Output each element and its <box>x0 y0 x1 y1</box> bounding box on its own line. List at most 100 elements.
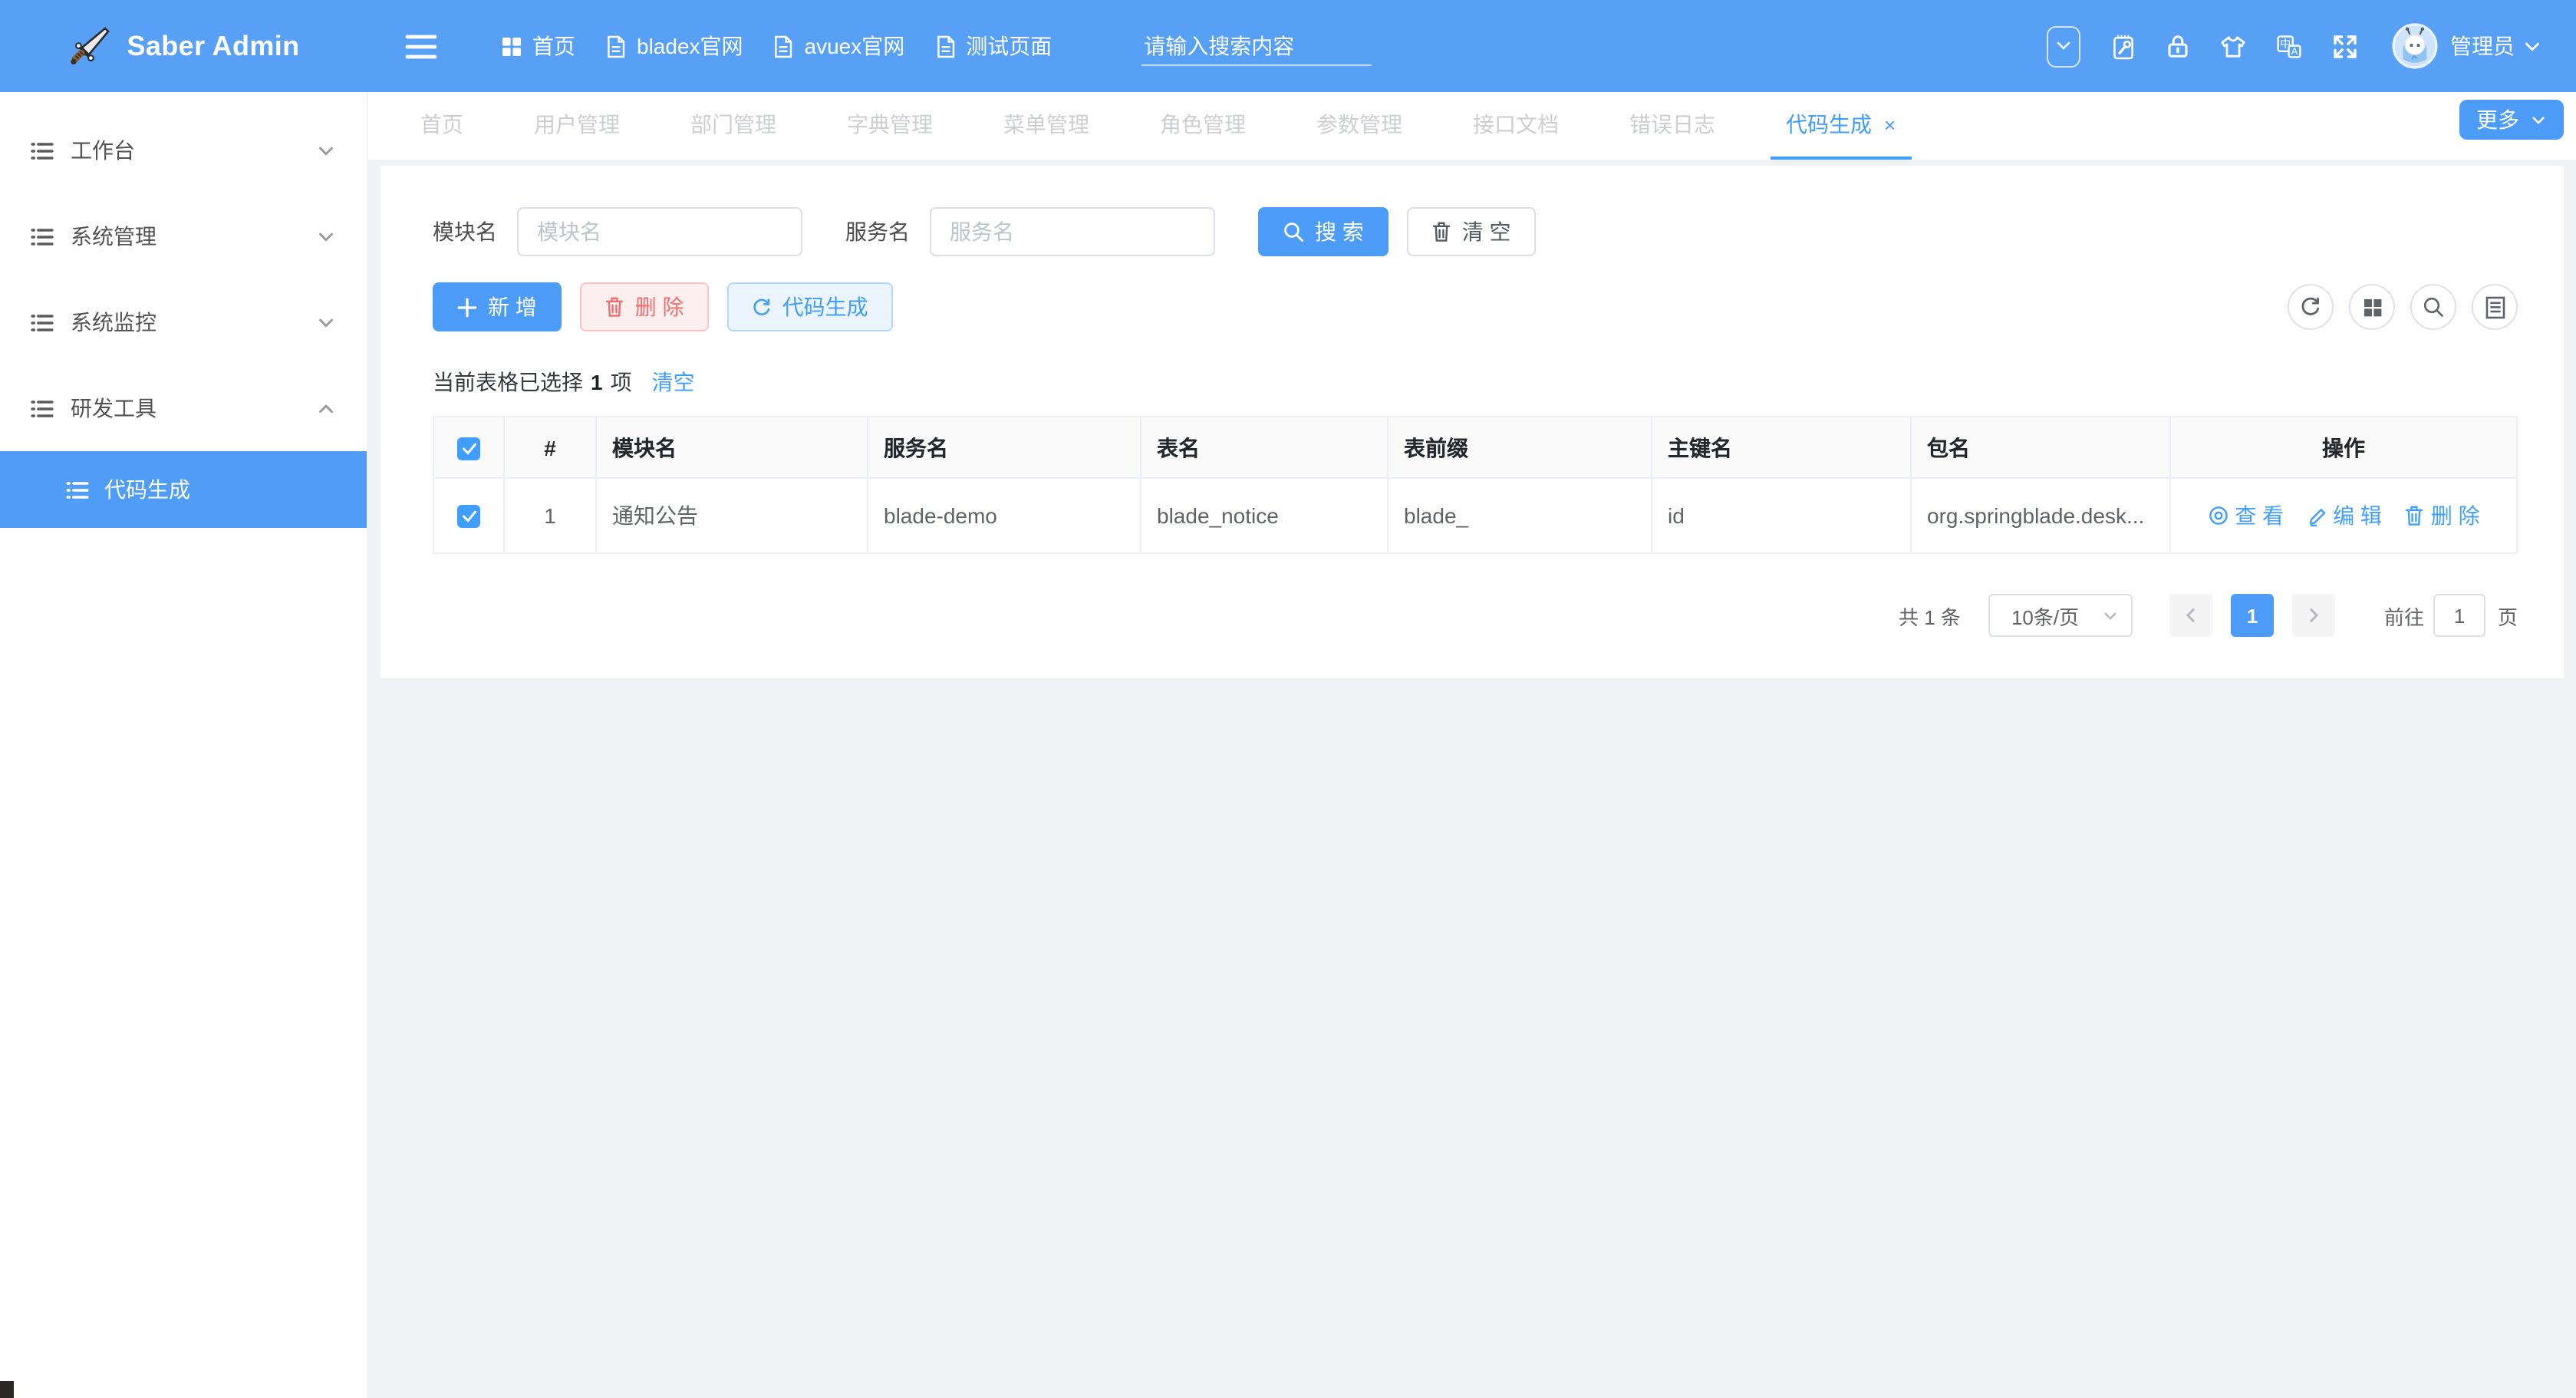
search-button[interactable]: 搜 索 <box>1258 207 1388 256</box>
delete-button[interactable]: 删 除 <box>580 282 709 331</box>
col-index: # <box>504 417 596 478</box>
chevron-down-icon <box>316 312 336 332</box>
next-page-button[interactable] <box>2292 594 2335 637</box>
saber-admin-app: Saber Admin 首页 <box>0 0 2576 1398</box>
col-package: 包名 <box>1911 417 2170 478</box>
language-icon[interactable]: 中 A <box>2277 35 2301 58</box>
tab-api-docs[interactable]: 接口文档 <box>1458 92 1574 160</box>
module-name-input[interactable] <box>517 207 802 256</box>
page-size-select[interactable]: 10条/页 <box>1988 594 2133 637</box>
add-button[interactable]: 新 增 <box>433 282 562 331</box>
top-nav-test-page[interactable]: 测试页面 <box>935 31 1052 61</box>
hamburger-menu-icon[interactable] <box>405 33 437 59</box>
col-module: 模块名 <box>596 417 868 478</box>
service-name-label: 服务名 <box>845 216 910 247</box>
fullscreen-icon[interactable] <box>2332 33 2358 59</box>
edit-icon <box>2307 506 2327 526</box>
collapse-chevron-icon[interactable] <box>2047 25 2080 67</box>
plus-icon <box>457 297 477 317</box>
sidebar-item-dev-tools[interactable]: 研发工具 <box>0 365 367 451</box>
sidebar-item-system-management[interactable]: 系统管理 <box>0 193 367 279</box>
col-service: 服务名 <box>868 417 1141 478</box>
app-title: Saber Admin <box>127 30 299 62</box>
cell-table-prefix: blade_ <box>1388 478 1652 553</box>
page-number-1[interactable]: 1 <box>2231 594 2274 637</box>
tab-dept-management[interactable]: 部门管理 <box>675 92 792 160</box>
add-button-label: 新 增 <box>488 292 537 322</box>
view-icon <box>2207 505 2228 526</box>
global-search-input[interactable] <box>1141 27 1371 65</box>
sidebar-item-workbench[interactable]: 工作台 <box>0 107 367 193</box>
delete-link[interactable]: 删 除 <box>2405 500 2480 531</box>
list-icon <box>31 397 54 420</box>
debug-clipboard-icon[interactable] <box>2111 33 2136 59</box>
tab-code-generation[interactable]: 代码生成 × <box>1771 92 1911 160</box>
sidebar-item-system-monitor[interactable]: 系统监控 <box>0 279 367 365</box>
service-name-input[interactable] <box>930 207 1215 256</box>
chevron-down-icon <box>316 226 336 246</box>
selection-count: 1 <box>591 370 603 394</box>
logo[interactable]: Saber Admin <box>0 25 368 68</box>
edit-label: 编 辑 <box>2333 500 2382 531</box>
bottom-left-corner-artifact <box>0 1381 14 1398</box>
tab-role-management[interactable]: 角色管理 <box>1145 92 1261 160</box>
topbar: Saber Admin 首页 <box>0 0 2576 92</box>
generate-code-button[interactable]: 代码生成 <box>727 282 893 331</box>
tab-error-log[interactable]: 错误日志 <box>1614 92 1731 160</box>
delete-label: 删 除 <box>2431 500 2480 531</box>
search-button-label: 搜 索 <box>1315 216 1364 247</box>
view-link[interactable]: 查 看 <box>2207 500 2284 531</box>
tab-menu-management[interactable]: 菜单管理 <box>988 92 1105 160</box>
document-icon <box>606 35 626 58</box>
col-actions: 操作 <box>2170 417 2517 478</box>
trash-icon <box>1431 221 1451 242</box>
refresh-icon[interactable] <box>2288 284 2334 330</box>
column-settings-icon[interactable] <box>2472 284 2518 330</box>
select-all-checkbox[interactable] <box>457 437 480 460</box>
cell-module: 通知公告 <box>596 478 868 553</box>
col-primary-key: 主键名 <box>1652 417 1911 478</box>
clear-button[interactable]: 清 空 <box>1407 207 1536 256</box>
sidebar-item-label: 代码生成 <box>104 474 190 505</box>
close-icon[interactable]: × <box>1884 113 1896 136</box>
table-row: 1 通知公告 blade-demo blade_notice blade_ id… <box>433 478 2517 553</box>
top-nav-bladex[interactable]: bladex官网 <box>606 31 743 61</box>
delete-button-label: 删 除 <box>635 292 684 322</box>
search-toggle-icon[interactable] <box>2410 284 2456 330</box>
sync-icon <box>752 297 772 317</box>
more-tabs-button[interactable]: 更多 <box>2459 100 2564 140</box>
top-nav-label: bladex官网 <box>637 31 743 61</box>
user-name[interactable]: 管理员 <box>2450 31 2515 61</box>
clear-selection-link[interactable]: 清空 <box>652 367 695 397</box>
filter-row: 模块名 服务名 搜 索 <box>433 207 2518 256</box>
tab-dict-management[interactable]: 字典管理 <box>832 92 948 160</box>
sidebar-item-label: 系统监控 <box>71 307 316 338</box>
sidebar-item-code-generation[interactable]: 代码生成 <box>0 451 367 528</box>
list-icon <box>66 478 89 501</box>
goto-page-input[interactable] <box>2433 594 2485 637</box>
tab-home[interactable]: 首页 <box>405 92 479 160</box>
prev-page-button[interactable] <box>2169 594 2212 637</box>
pagination: 共 1 条 10条/页 1 <box>433 594 2518 637</box>
grid-view-icon[interactable] <box>2349 284 2395 330</box>
document-icon <box>935 35 955 58</box>
row-checkbox[interactable] <box>457 506 480 529</box>
col-table-name: 表名 <box>1141 417 1388 478</box>
edit-link[interactable]: 编 辑 <box>2307 500 2382 531</box>
top-nav-label: avuex官网 <box>805 31 905 61</box>
tab-user-management[interactable]: 用户管理 <box>519 92 635 160</box>
tab-param-management[interactable]: 参数管理 <box>1301 92 1418 160</box>
generate-code-label: 代码生成 <box>782 292 868 322</box>
theme-shirt-icon[interactable] <box>2220 35 2246 58</box>
top-nav-avuex[interactable]: avuex官网 <box>774 31 905 61</box>
top-nav-home[interactable]: 首页 <box>502 31 575 61</box>
chevron-up-icon <box>316 398 336 418</box>
view-label: 查 看 <box>2235 500 2284 531</box>
action-row: 新 增 删 除 <box>433 282 2518 331</box>
lock-icon[interactable] <box>2166 34 2189 58</box>
page-size-value: 10条/页 <box>2011 601 2079 630</box>
chevron-down-icon[interactable] <box>2522 36 2542 56</box>
more-label: 更多 <box>2476 104 2519 135</box>
list-icon <box>31 139 54 162</box>
avatar[interactable] <box>2392 23 2438 69</box>
